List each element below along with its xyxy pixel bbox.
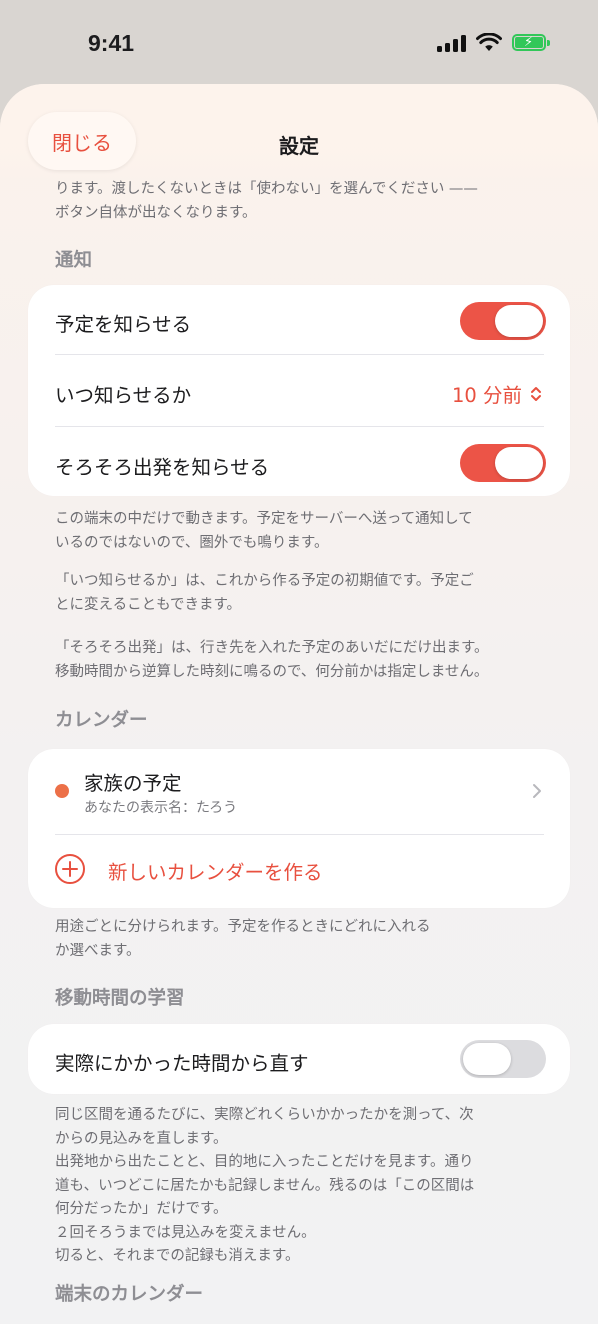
navigation-bar: 閉じる 設定 [0,84,598,184]
new-calendar-label: 新しいカレンダーを作る [108,861,323,884]
travel-learning-toggle[interactable] [460,1040,546,1078]
new-calendar-button[interactable]: 新しいカレンダーを作る [28,835,570,905]
calendars-footnote: 用途ごとに分けられます。予定を作るときにどれに入れる か選べます。 [55,919,431,959]
notifications-footnote-2: 「いつ知らせるか」は、これから作る予定の初期値です。予定ご とに変えることもでき… [55,573,474,613]
departure-toggle[interactable] [460,444,546,482]
wifi-icon [476,33,502,51]
calendar-item[interactable]: 家族の予定 あなたの表示名：たろう [28,749,570,833]
section-header-device-calendar: 端末のカレンダー [55,1284,204,1305]
calendars-card: 家族の予定 あなたの表示名：たろう 新しいカレンダーを作る [28,749,570,908]
status-bar: 9:41 ⚡ [0,0,598,84]
when-value: 10 分前 [451,384,522,407]
notifications-card: 予定を知らせる いつ知らせるか 10 分前 そろそろ出発を知らせる [28,285,570,496]
chevron-up-down-icon [531,386,541,401]
notify-toggle[interactable] [460,302,546,340]
departure-label: そろそろ出発を知らせる [55,456,270,479]
when-picker[interactable]: 10 分前 [452,379,542,408]
travel-learning-footnote: 同じ区間を通るたびに、実際どれくらいかかったかを測って、次 からの見込みを直しま… [55,1107,475,1264]
divider [55,426,544,427]
section-header-travel-learning: 移動時間の学習 [55,988,185,1009]
section-header-calendars: カレンダー [55,710,148,731]
travel-learning-card: 実際にかかった時間から直す [28,1024,570,1094]
calendar-subtitle: あなたの表示名：たろう [84,800,238,816]
chevron-right-icon [533,784,541,798]
when-label: いつ知らせるか [55,384,192,407]
divider [55,354,544,355]
travel-learning-label: 実際にかかった時間から直す [55,1052,309,1075]
notifications-footnote-1: この端末の中だけで動きます。予定をサーバーへ送って通知して いるのではないので、… [55,511,473,551]
cellular-signal-icon [437,34,466,52]
status-icons: ⚡ [437,33,550,52]
settings-sheet: 閉じる 設定 ります。渡したくないときは「使わない」を選んでください —— ボタ… [0,84,598,1324]
plus-circle-icon [55,854,85,884]
calendar-color-dot [55,784,69,798]
section-header-notifications: 通知 [55,250,93,271]
intro-footnote: ります。渡したくないときは「使わない」を選んでください —— ボタン自体が出なく… [55,181,478,221]
notifications-footnote-3: 「そろそろ出発」は、行き先を入れた予定のあいだにだけ出ます。 移動時間から逆算し… [55,640,489,680]
calendar-name: 家族の予定 [84,772,182,795]
page-title: 設定 [279,134,319,158]
status-time: 9:41 [88,30,135,56]
notify-label: 予定を知らせる [55,313,192,336]
battery-charging-icon: ⚡ [512,34,550,51]
